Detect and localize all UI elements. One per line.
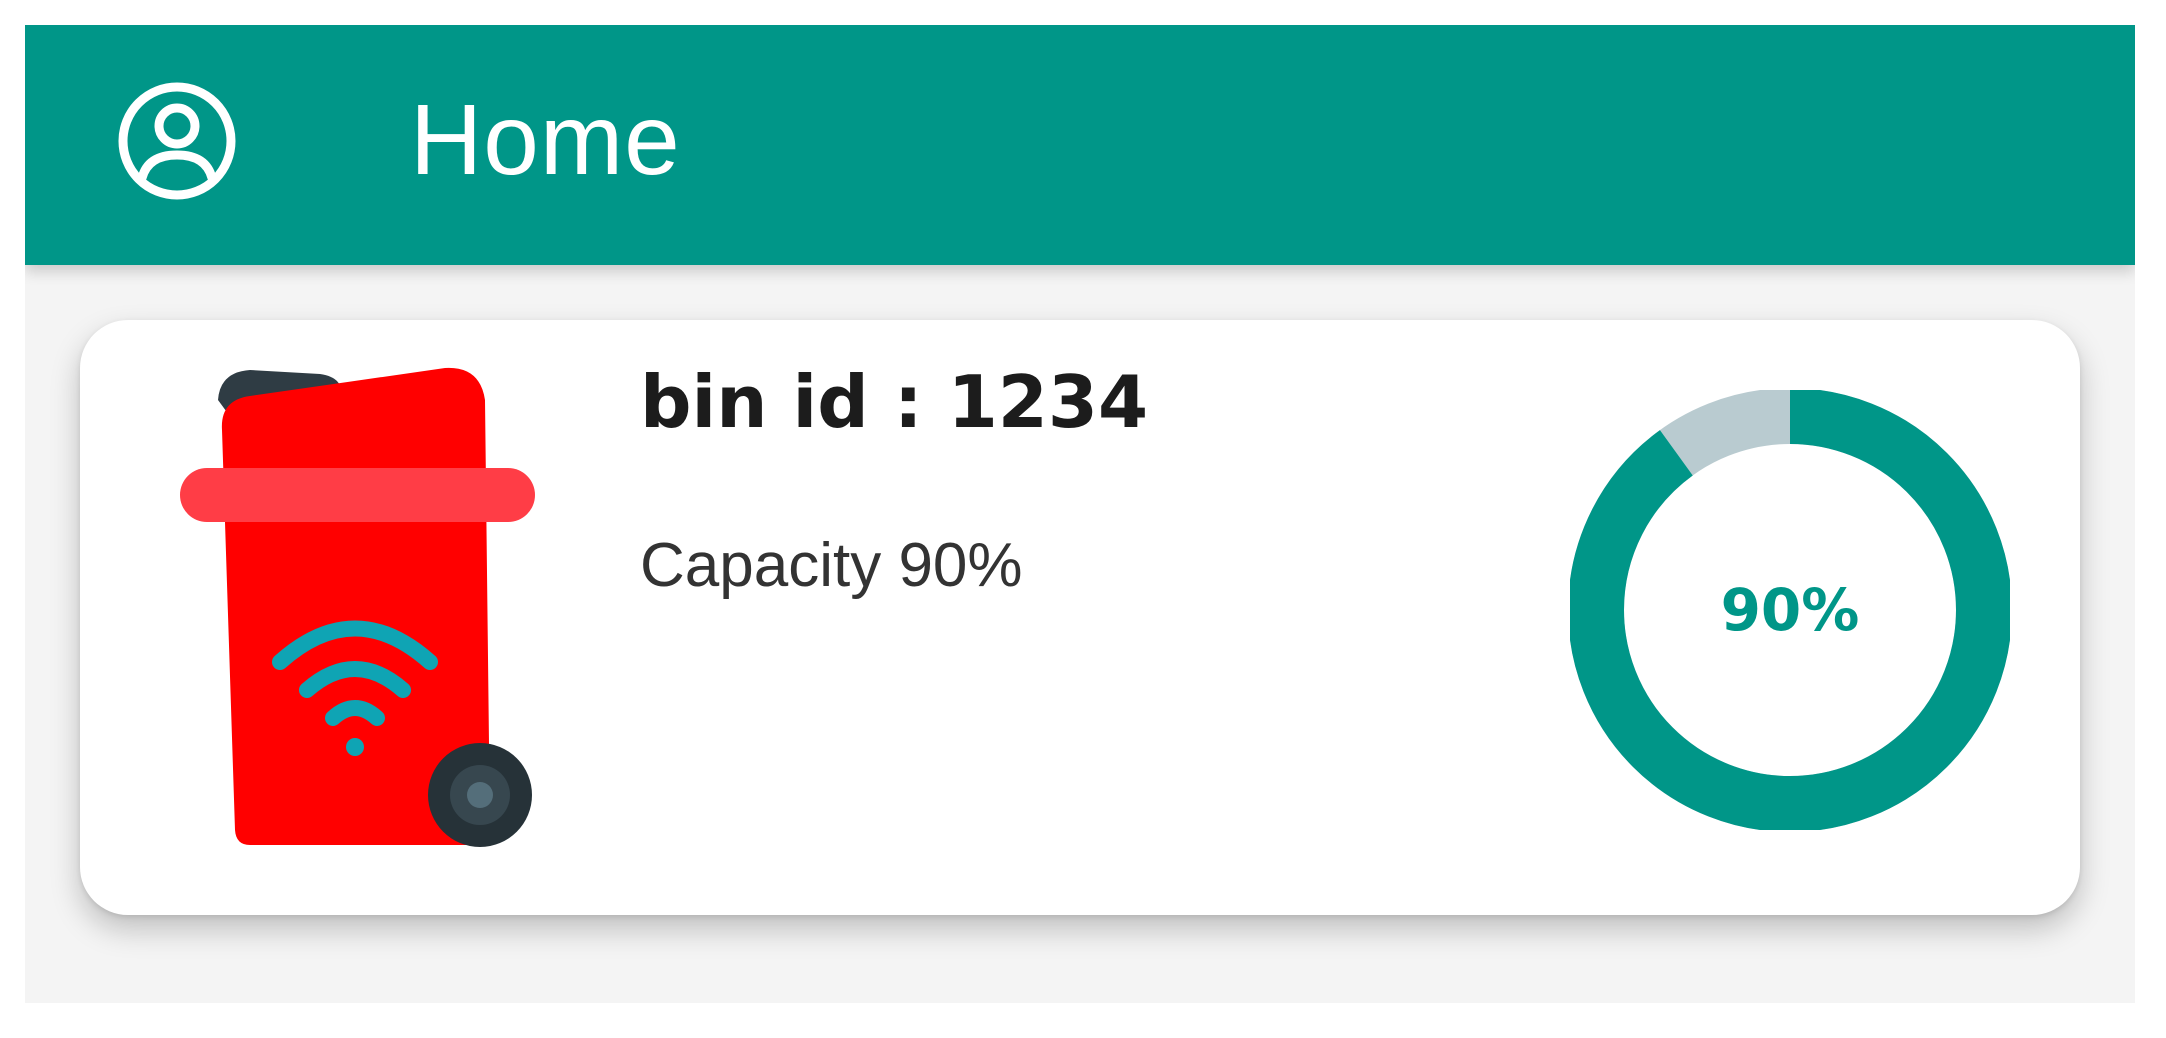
bin-id-label: bin id : 1234 bbox=[640, 360, 1149, 444]
capacity-label: Capacity 90% bbox=[640, 531, 1023, 600]
profile-button[interactable] bbox=[107, 71, 247, 211]
home-screen: Home bin id : 1234 Capacity 90% 90% bbox=[25, 25, 2135, 1003]
app-bar: Home bbox=[25, 25, 2135, 265]
page-title: Home bbox=[410, 84, 681, 196]
capacity-gauge: 90% bbox=[1570, 390, 2010, 830]
account-circle-icon bbox=[118, 82, 236, 200]
smart-bin-icon bbox=[180, 367, 535, 847]
gauge-value: 90% bbox=[1721, 576, 1860, 644]
bin-card[interactable]: bin id : 1234 Capacity 90% 90% bbox=[80, 320, 2080, 915]
